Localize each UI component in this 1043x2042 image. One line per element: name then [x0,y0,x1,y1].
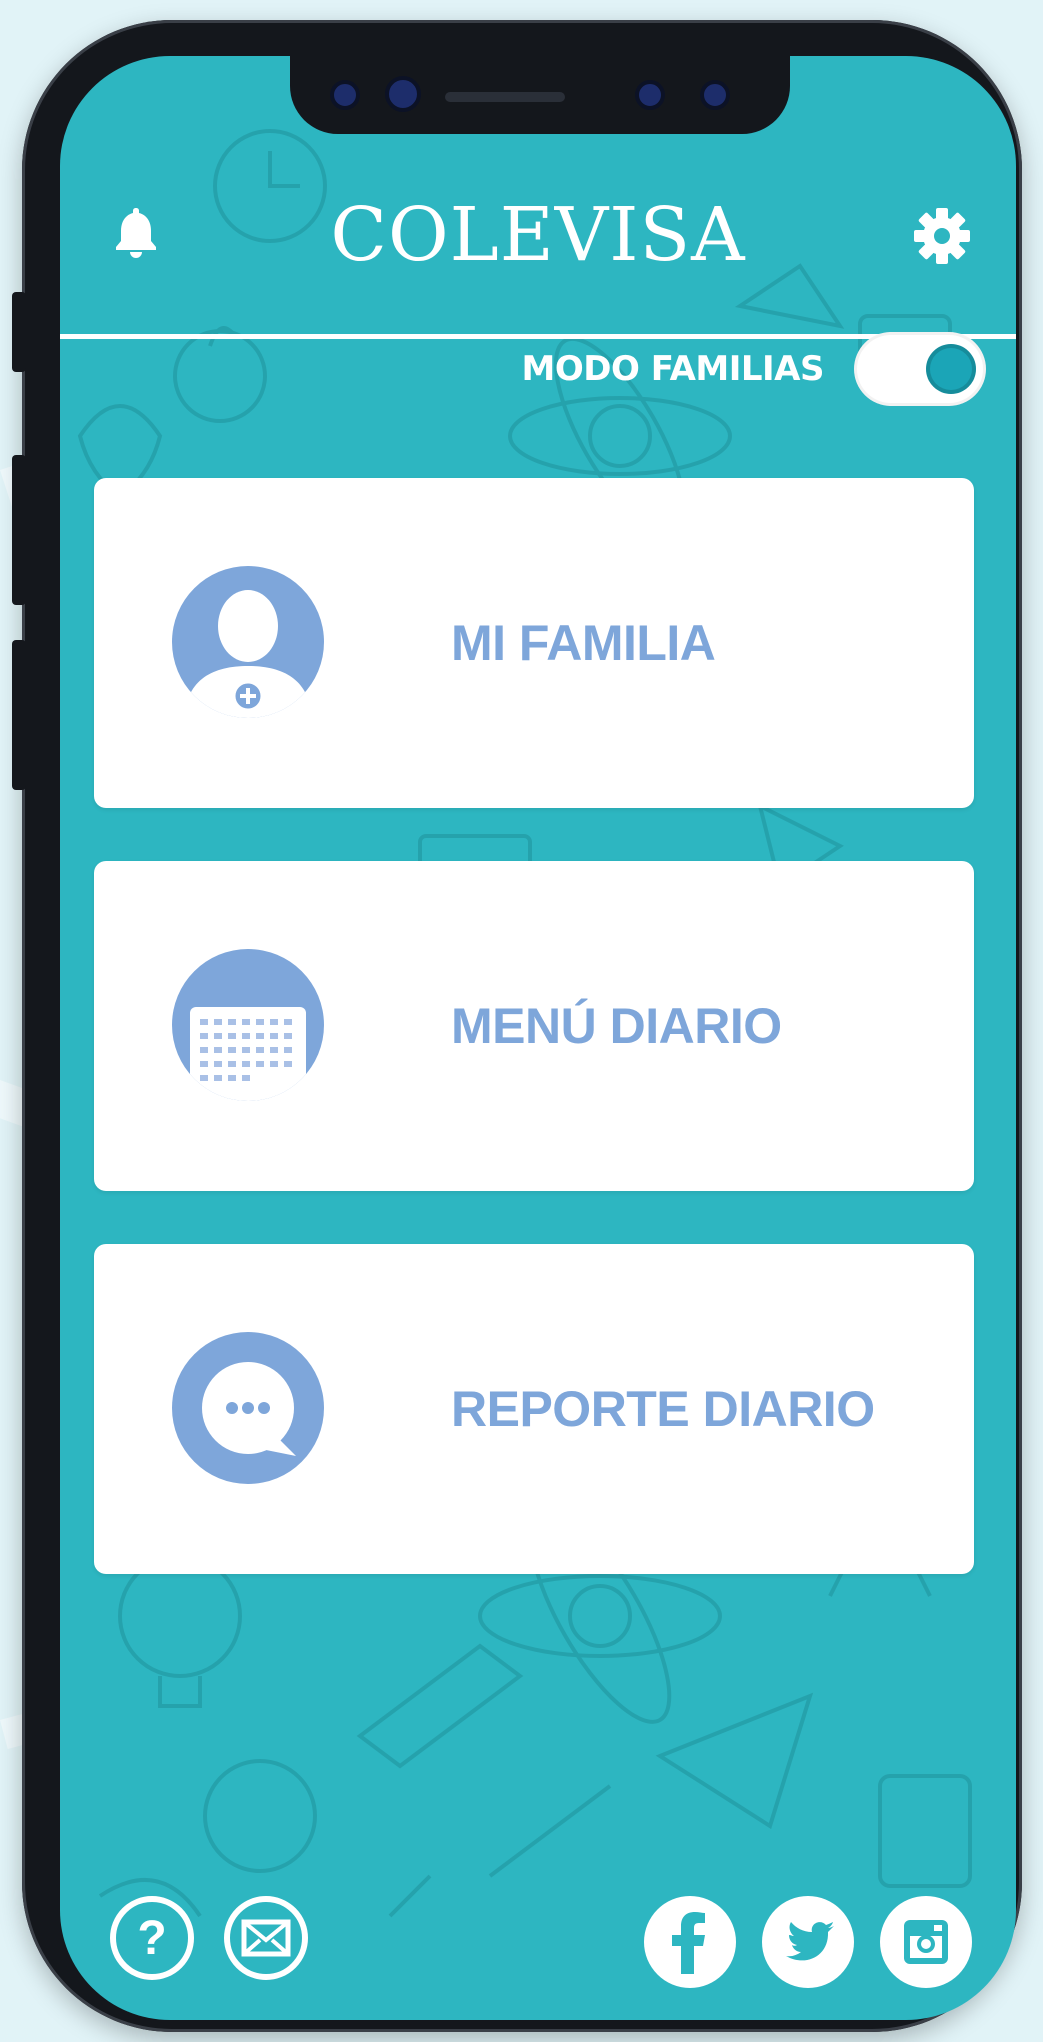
calendar-icon [172,949,324,1101]
help-button[interactable]: ? [108,1894,196,1986]
speaker-grille [445,92,565,102]
person-add-icon [172,566,324,718]
facebook-button[interactable] [642,1894,738,1994]
help-icon: ? [110,1896,194,1980]
camera-icon [635,80,665,110]
chat-bubble-icon [172,1332,324,1484]
twitter-icon [762,1896,854,1988]
toggle-knob [926,344,976,394]
gear-icon [914,208,970,264]
mail-icon [224,1896,308,1980]
phone-side-button [12,292,26,372]
menu-card-label: MI FAMILIA [451,615,716,671]
mode-toggle-row: MODO FAMILIAS [522,332,986,406]
twitter-button[interactable] [760,1894,856,1994]
mode-toggle-label: MODO FAMILIAS [521,349,825,389]
menu-card-mi-familia[interactable]: MI FAMILIA [94,478,974,808]
svg-text:?: ? [137,1912,166,1965]
app-screen: COLEVISA MODO FAMILIAS MI FAMILIA MENÚ D… [60,56,1016,2020]
camera-icon [385,76,421,112]
app-logo: COLEVISA [330,192,746,278]
instagram-button[interactable] [878,1894,974,1994]
menu-card-reporte-diario[interactable]: REPORTE DIARIO [94,1244,974,1574]
phone-notch [290,56,790,134]
facebook-icon [644,1896,736,1988]
mode-toggle-switch[interactable] [854,332,986,406]
phone-side-button [12,455,26,605]
app-header: COLEVISA [60,134,1016,339]
camera-icon [330,80,360,110]
phone-side-button [12,640,26,790]
menu-card-label: MENÚ DIARIO [451,998,782,1054]
contact-button[interactable] [222,1894,310,1986]
camera-icon [700,80,730,110]
menu-card-label: REPORTE DIARIO [451,1381,875,1437]
instagram-icon [880,1896,972,1988]
settings-button[interactable] [912,206,972,266]
menu-card-menu-diario[interactable]: MENÚ DIARIO [94,861,974,1191]
